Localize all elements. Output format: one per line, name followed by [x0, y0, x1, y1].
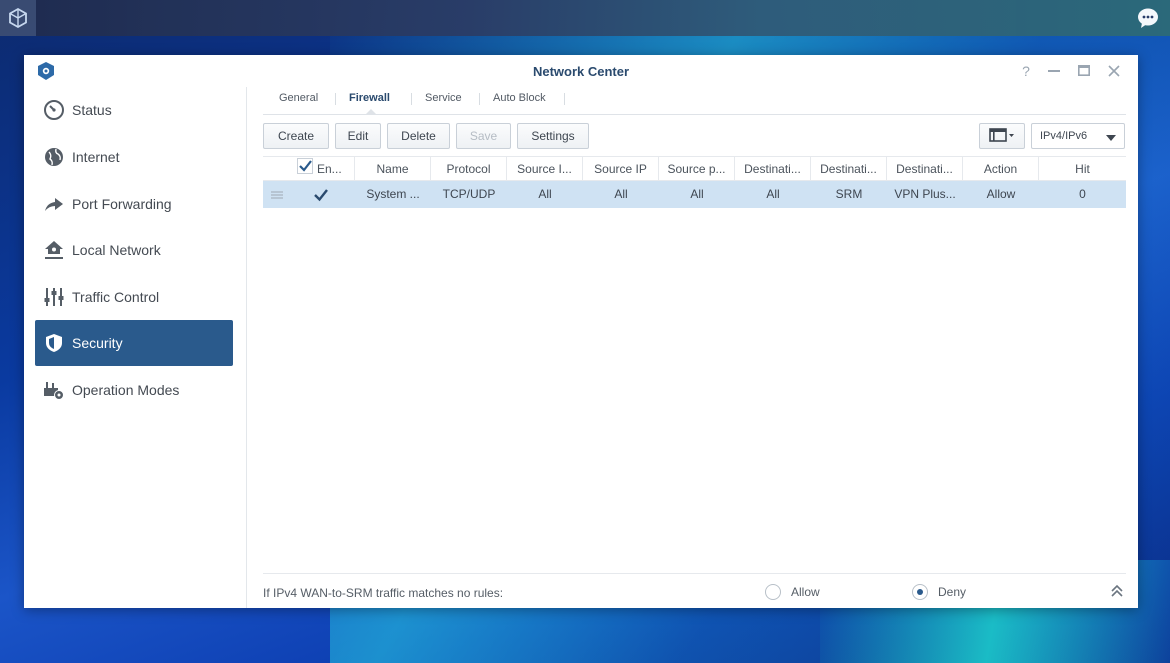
toolbar: Create Edit Delete Save Settings IPv4/IP… [263, 123, 1126, 151]
sidebar-item-label: Operation Modes [72, 382, 180, 398]
double-chevron-up-icon[interactable] [1110, 584, 1124, 598]
sidebar-item-traffic-control[interactable]: Traffic Control [35, 274, 233, 320]
router-gear-icon [43, 379, 65, 401]
table-header: En... Name Protocol Source I... Source I… [263, 156, 1126, 181]
columns-icon [989, 127, 1015, 145]
close-icon[interactable] [1104, 61, 1124, 81]
network-center-window: Network Center ? Status Internet Port Fo… [24, 55, 1138, 608]
sidebar-item-security[interactable]: Security [35, 320, 233, 366]
active-tab-indicator [365, 109, 377, 115]
cell-action: Allow [986, 187, 1016, 201]
sliders-icon [43, 286, 65, 308]
globe-icon [43, 146, 65, 168]
table-row[interactable]: System ... TCP/UDP All All All All SRM V… [263, 181, 1126, 208]
cell-hit: 0 [1079, 187, 1086, 201]
settings-button[interactable]: Settings [517, 123, 589, 149]
main-panel: General Firewall Service Auto Block Crea… [263, 87, 1126, 608]
column-header-source-ip[interactable]: Source IP [583, 157, 659, 181]
chevron-down-icon [1106, 133, 1116, 145]
gauge-icon [43, 99, 65, 121]
sidebar-item-label: Traffic Control [72, 289, 160, 305]
save-button[interactable]: Save [456, 123, 511, 149]
cell-source-ip: All [614, 187, 628, 201]
tab-separator [479, 93, 480, 105]
cell-destination-1: All [766, 187, 780, 201]
drag-handle-icon[interactable] [267, 181, 287, 208]
column-header-source-interface[interactable]: Source I... [507, 157, 583, 181]
radio-circle-selected[interactable] [912, 584, 928, 600]
column-header-destination-3[interactable]: Destinati... [887, 157, 963, 181]
deny-radio[interactable]: Deny [912, 584, 966, 600]
column-header-name[interactable]: Name [355, 157, 431, 181]
tab-service[interactable]: Service [425, 91, 462, 111]
cell-destination-2: SRM [835, 187, 863, 201]
chat-icon[interactable] [1136, 6, 1160, 30]
home-network-icon [43, 239, 65, 261]
column-header-hit[interactable]: Hit [1039, 157, 1126, 181]
cell-source-interface: All [538, 187, 552, 201]
edit-button[interactable]: Edit [335, 123, 381, 149]
sidebar-item-label: Local Network [72, 242, 161, 258]
column-header-destination-2[interactable]: Destinati... [811, 157, 887, 181]
tab-auto-block[interactable]: Auto Block [493, 91, 546, 111]
main-menu-icon[interactable] [0, 0, 36, 36]
ip-version-select[interactable]: IPv4/IPv6 [1031, 123, 1125, 149]
sidebar-item-label: Status [72, 102, 112, 118]
sidebar-item-label: Internet [72, 149, 120, 165]
create-button[interactable]: Create [263, 123, 329, 149]
radio-circle[interactable] [765, 584, 781, 600]
allow-radio[interactable]: Allow [765, 584, 820, 600]
tab-separator [564, 93, 565, 105]
checkbox-icon[interactable] [297, 157, 313, 181]
tab-separator [335, 93, 336, 105]
sidebar-item-label: Security [72, 335, 123, 351]
tab-bar: General Firewall Service Auto Block [263, 87, 1126, 115]
tab-general[interactable]: General [279, 91, 318, 111]
tab-firewall[interactable]: Firewall [349, 91, 390, 111]
default-policy-bar: If IPv4 WAN-to-SRM traffic matches no ru… [263, 573, 1126, 608]
title-bar[interactable]: Network Center ? [24, 55, 1138, 87]
sidebar-item-port-forwarding[interactable]: Port Forwarding [35, 181, 233, 227]
cell-name: System ... [366, 187, 420, 201]
delete-button[interactable]: Delete [387, 123, 450, 149]
sidebar-item-local-network[interactable]: Local Network [35, 227, 233, 273]
taskbar [0, 0, 1170, 36]
column-header-source-port[interactable]: Source p... [659, 157, 735, 181]
sidebar-item-operation-modes[interactable]: Operation Modes [35, 367, 233, 413]
help-icon[interactable]: ? [1016, 61, 1036, 81]
column-header-action[interactable]: Action [963, 157, 1039, 181]
ip-version-value: IPv4/IPv6 [1040, 130, 1088, 142]
maximize-icon[interactable] [1074, 61, 1094, 81]
default-policy-label: If IPv4 WAN-to-SRM traffic matches no ru… [263, 586, 504, 600]
cell-destination-3: VPN Plus... [894, 187, 956, 201]
sidebar-item-status[interactable]: Status [35, 87, 233, 133]
sidebar-item-internet[interactable]: Internet [35, 134, 233, 180]
tab-separator [411, 93, 412, 105]
column-header-destination-1[interactable]: Destinati... [735, 157, 811, 181]
column-view-button[interactable] [979, 123, 1025, 149]
row-enabled-checkbox[interactable] [311, 181, 331, 208]
minimize-icon[interactable] [1044, 61, 1064, 81]
forward-arrow-icon [43, 193, 65, 215]
cell-source-port: All [690, 187, 704, 201]
sidebar: Status Internet Port Forwarding Local Ne… [24, 87, 247, 608]
shield-icon [43, 332, 65, 354]
cell-protocol: TCP/UDP [442, 187, 496, 201]
column-header-enabled[interactable]: En... [293, 157, 355, 181]
sidebar-item-label: Port Forwarding [72, 196, 172, 212]
window-title: Network Center [532, 64, 630, 79]
column-header-protocol[interactable]: Protocol [431, 157, 507, 181]
